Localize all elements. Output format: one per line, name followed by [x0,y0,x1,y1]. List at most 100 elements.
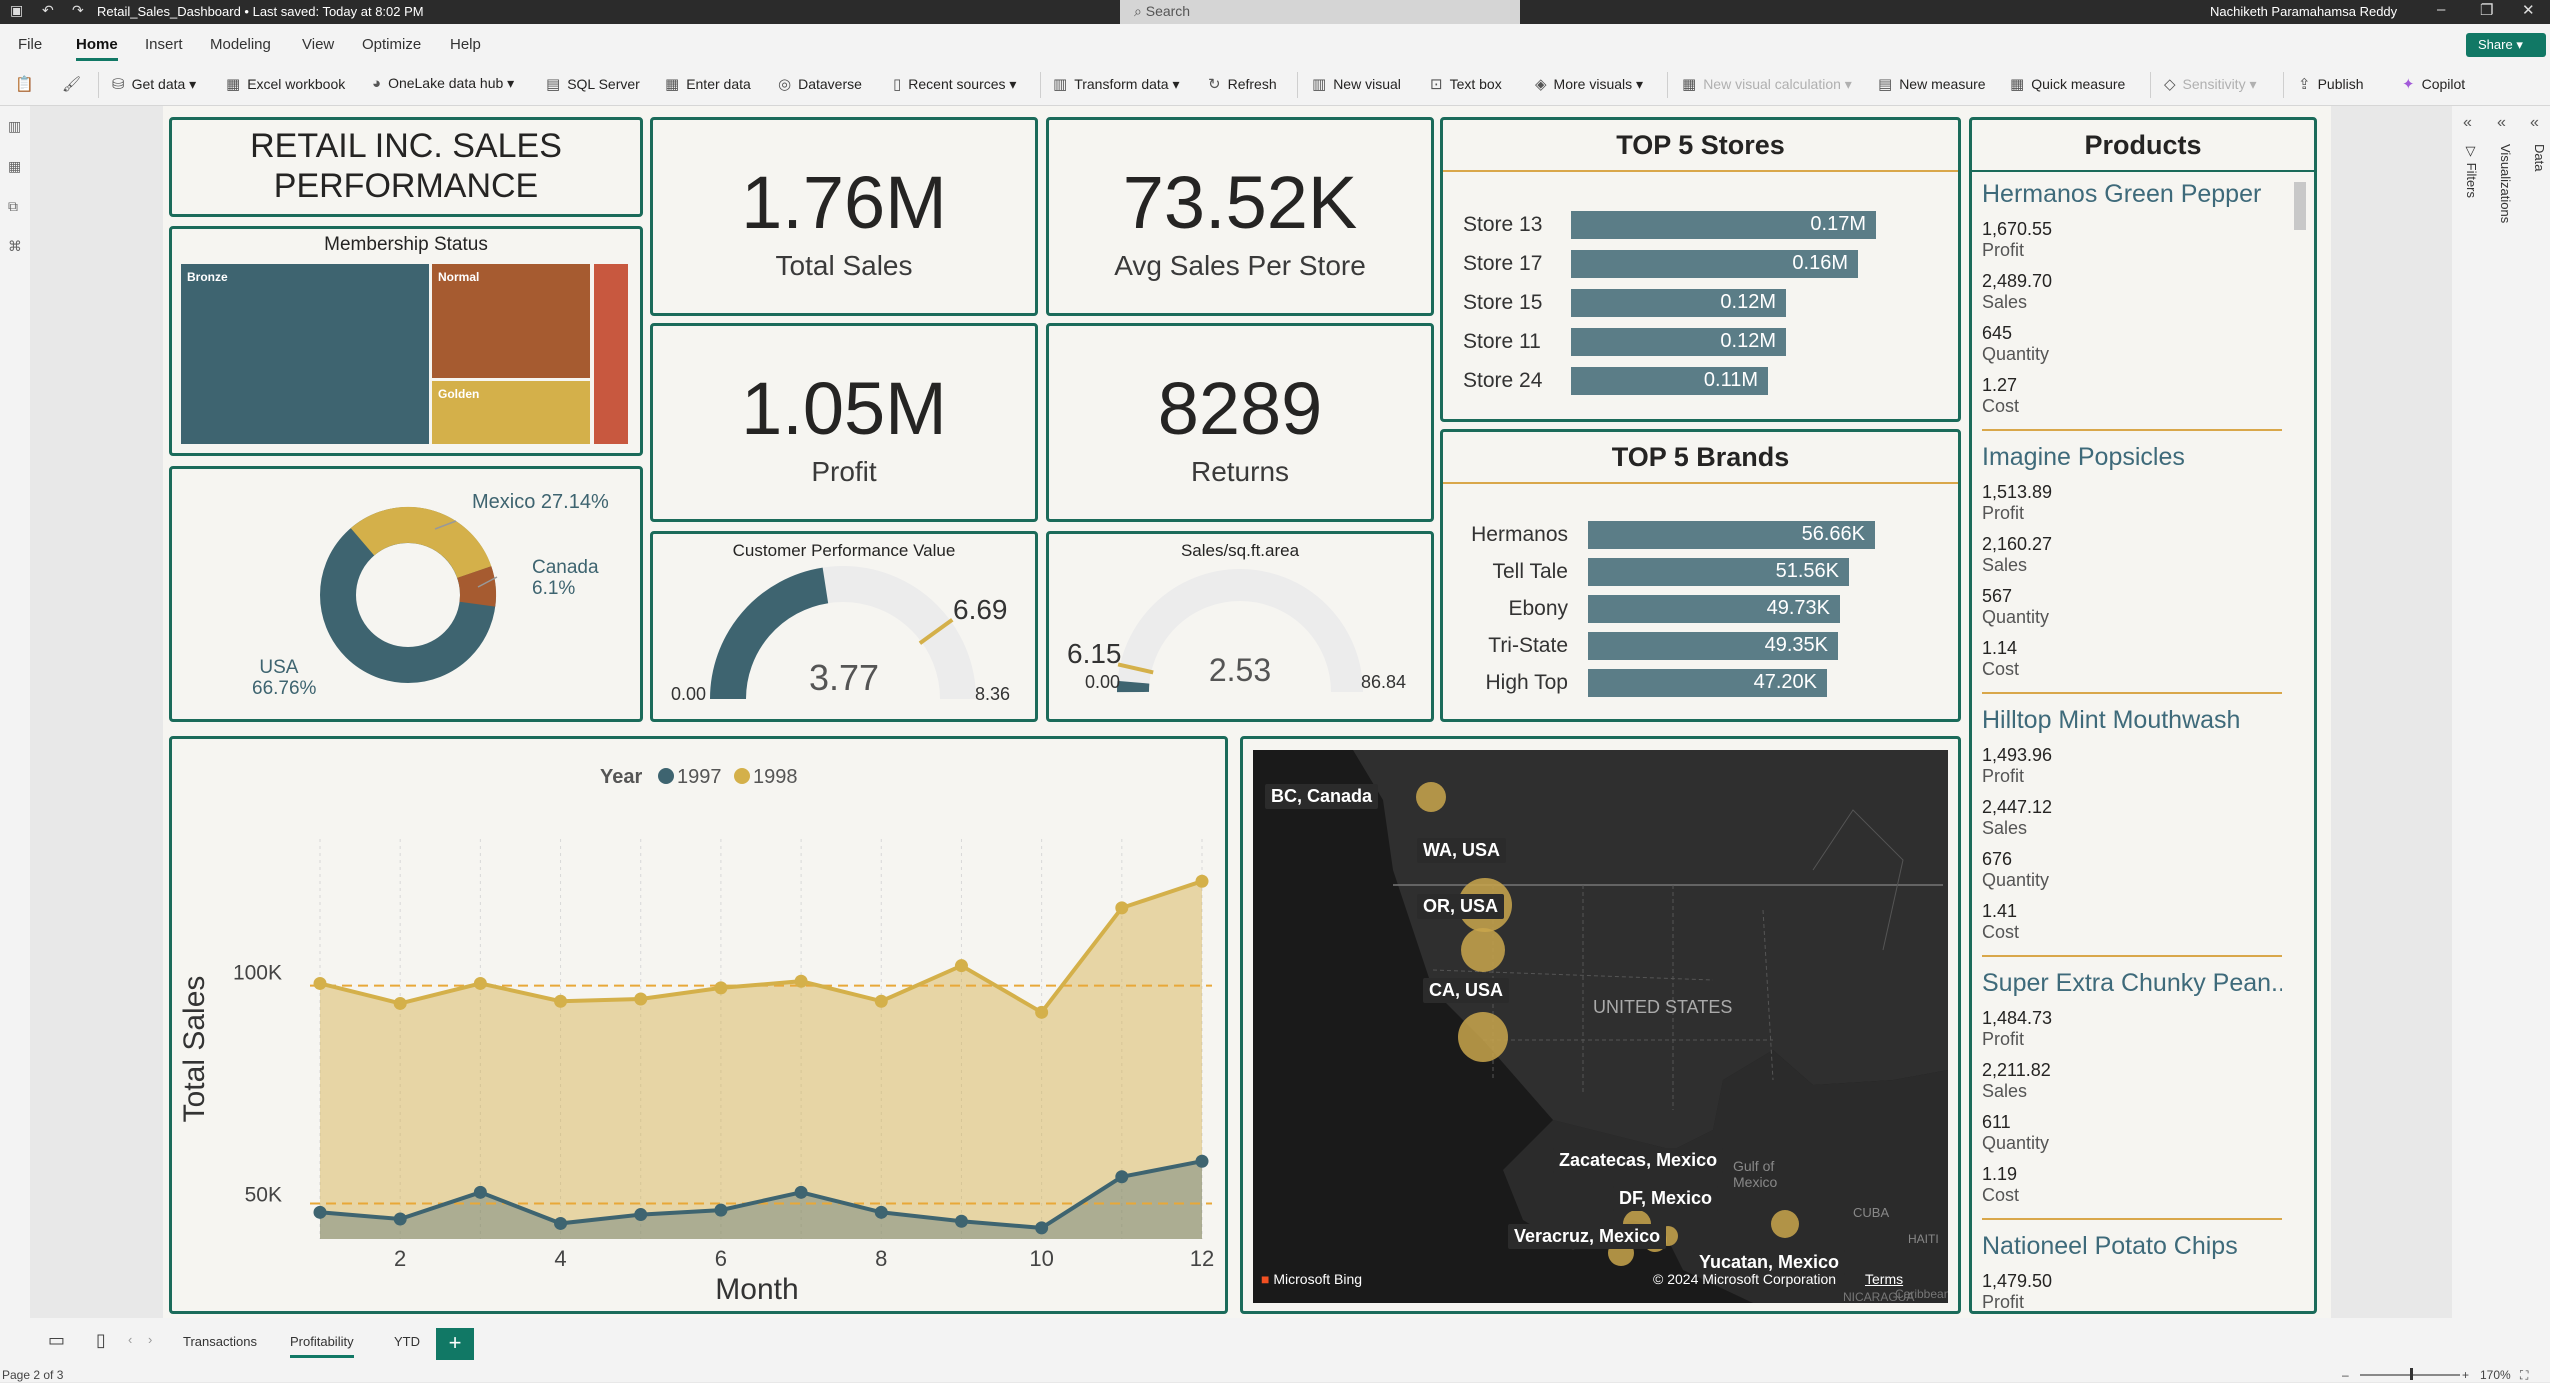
product-item[interactable]: Nationeel Potato Chips1,479.50Profit [1982,1232,2282,1313]
bar[interactable]: 0.17M [1571,211,1876,239]
product-item[interactable]: Super Extra Chunky Pean...1,484.73Profit… [1982,969,2282,1220]
data-point[interactable] [1035,1006,1048,1019]
menu-help[interactable]: Help [450,36,481,53]
map-location-label[interactable]: Veracruz, Mexico [1508,1224,1666,1249]
treemap-bronze[interactable]: Bronze [181,264,429,444]
data-point[interactable] [554,995,567,1008]
transform-data-button[interactable]: ▥Transform data ▾ [1053,75,1180,93]
restore-icon[interactable]: ❐ [2480,1,2493,19]
bar[interactable]: 0.12M [1571,328,1786,356]
sensitivity-button[interactable]: ◇Sensitivity ▾ [2164,75,2257,93]
bar[interactable]: 49.35K [1588,632,1838,660]
menu-modeling[interactable]: Modeling [210,36,271,53]
data-point[interactable] [955,1215,968,1228]
kpi-avg-sales[interactable]: 73.52K Avg Sales Per Store [1046,117,1434,316]
sales-trend-chart[interactable]: 2468101250K100KMonthTotal SalesYear19971… [169,736,1228,1314]
treemap-other[interactable] [594,264,628,444]
legend-marker[interactable] [658,768,674,784]
products-scrollbar[interactable] [2294,182,2306,230]
data-point[interactable] [474,977,487,990]
sql-server-button[interactable]: ▤SQL Server [546,75,640,93]
menu-optimize[interactable]: Optimize [362,36,421,53]
onelake-button[interactable]: ◕OneLake data hub ▾ [372,75,514,92]
visualizations-pane-tab[interactable]: Visualizations [2498,144,2513,223]
tab-next-icon[interactable]: › [148,1332,152,1347]
top-stores-chart[interactable]: TOP 5 Stores Store 130.17MStore 170.16MS… [1440,117,1961,422]
legend-label[interactable]: 1998 [753,766,798,788]
products-card[interactable]: Products Hermanos Green Pepper1,670.55Pr… [1969,117,2317,1314]
bar[interactable]: 49.73K [1588,595,1840,623]
menu-view[interactable]: View [302,36,334,53]
search-input[interactable]: ⌕ Search [1120,0,1520,24]
data-point[interactable] [314,1206,327,1219]
treemap-normal[interactable]: Normal [432,264,590,378]
save-icon[interactable]: ▣ [10,2,23,19]
text-box-button[interactable]: ⊡Text box [1430,75,1502,93]
legend-marker[interactable] [734,768,750,784]
tab-transactions[interactable]: Transactions [183,1334,257,1349]
excel-workbook-button[interactable]: ▦Excel workbook [226,75,345,93]
map-bubble-bc[interactable] [1416,782,1446,812]
tab-prev-icon[interactable]: ‹ [128,1332,132,1347]
bar[interactable]: 56.66K [1588,521,1875,549]
product-item[interactable]: Imagine Popsicles1,513.89Profit2,160.27S… [1982,443,2282,694]
gauge-sales-sqft[interactable]: Sales/sq.ft.area 2.53 6.15 0.00 86.84 [1046,531,1434,722]
data-point[interactable] [1196,875,1209,888]
data-point[interactable] [394,997,407,1010]
get-data-button[interactable]: ⛁Get data ▾ [112,75,196,93]
report-view-icon[interactable]: ▥ [8,118,21,135]
data-point[interactable] [634,993,647,1006]
map-location-label[interactable]: Zacatecas, Mexico [1553,1148,1723,1173]
data-point[interactable] [955,959,968,972]
publish-button[interactable]: ⇪Publish [2298,75,2364,93]
bar[interactable]: 47.20K [1588,669,1827,697]
format-painter-button[interactable]: 🖌 [62,75,88,93]
data-pane-tab[interactable]: Data [2532,144,2547,171]
collapse-visualizations-icon[interactable]: « [2497,114,2506,132]
bar[interactable]: 51.56K [1588,558,1849,586]
new-measure-button[interactable]: ▤New measure [1878,75,1986,93]
recent-sources-button[interactable]: ▯Recent sources ▾ [893,75,1016,93]
map-bubble-yucatan[interactable] [1771,1210,1799,1238]
desktop-layout-icon[interactable]: ▭ [48,1330,65,1351]
zoom-in-icon[interactable]: + [2462,1368,2469,1382]
map-bubble-or[interactable] [1461,928,1505,972]
data-point[interactable] [554,1217,567,1230]
dataverse-button[interactable]: ◎Dataverse [778,75,862,93]
top-brands-chart[interactable]: TOP 5 Brands Hermanos56.66KTell Tale51.5… [1440,429,1961,722]
data-point[interactable] [795,975,808,988]
collapse-data-icon[interactable]: « [2530,114,2539,132]
fit-page-icon[interactable]: ⛶ [2520,1368,2528,1383]
country-donut-chart[interactable]: Mexico 27.14% Canada6.1% USA66.76% [169,466,643,722]
close-icon[interactable]: ✕ [2522,1,2535,19]
bar[interactable]: 0.12M [1571,289,1786,317]
map-location-label[interactable]: DF, Mexico [1613,1186,1718,1211]
data-point[interactable] [1196,1155,1209,1168]
donut-mexico[interactable] [363,525,475,572]
zoom-slider-thumb[interactable] [2410,1368,2413,1380]
kpi-profit[interactable]: 1.05M Profit [650,323,1038,522]
data-point[interactable] [875,995,888,1008]
gauge-customer-performance[interactable]: Customer Performance Value 3.77 6.69 0.0… [650,531,1038,722]
data-point[interactable] [795,1186,808,1199]
map-location-label[interactable]: BC, Canada [1265,784,1378,809]
enter-data-button[interactable]: ▦Enter data [665,75,751,93]
data-point[interactable] [714,1204,727,1217]
file-title[interactable]: Retail_Sales_Dashboard • Last saved: Tod… [97,4,424,19]
user-name[interactable]: Nachiketh Paramahamsa Reddy [2210,4,2397,19]
refresh-button[interactable]: ↻Refresh [1208,75,1277,93]
table-view-icon[interactable]: ▦ [8,158,21,175]
new-visual-calc-button[interactable]: ▦New visual calculation ▾ [1682,75,1852,93]
map-terms-link[interactable]: Terms [1865,1271,1903,1287]
redo-icon[interactable]: ↷ [72,2,84,19]
model-view-icon[interactable]: ⧉ [8,198,18,215]
donut-canada[interactable] [474,572,478,604]
menu-file[interactable]: File [18,36,42,53]
data-point[interactable] [714,981,727,994]
more-visuals-button[interactable]: ◈More visuals ▾ [1535,75,1643,93]
new-visual-button[interactable]: ▥New visual [1312,75,1401,93]
copilot-button[interactable]: ✦Copilot [2402,75,2465,93]
map-location-label[interactable]: OR, USA [1417,894,1504,919]
tab-ytd[interactable]: YTD [394,1334,420,1349]
store-map[interactable]: UNITED STATES Gulf of Mexico CUBA HAITI … [1253,750,1948,1303]
